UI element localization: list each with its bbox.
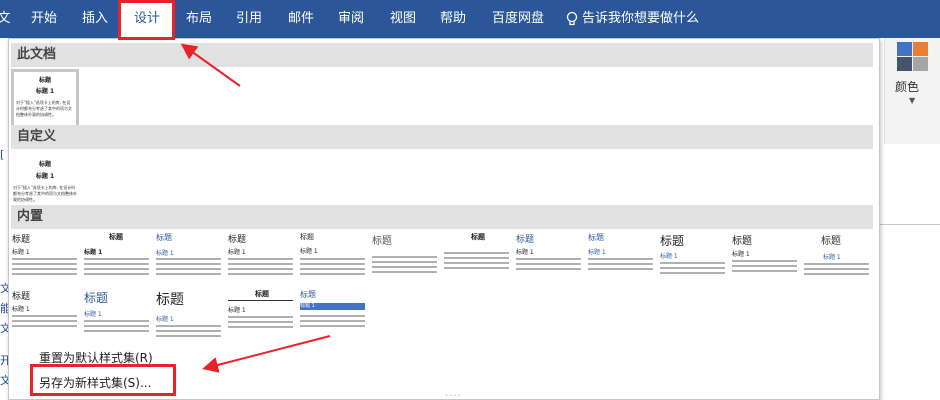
tell-me-box[interactable]: 告诉我你想要做什么 <box>566 0 699 38</box>
thumb-title: 标题 <box>660 234 685 248</box>
thumb-body: 对于"插入"选项卡上的库, 在设计时都充分考虑了其中的项与文档整体外观的协调性。 <box>13 185 77 202</box>
thumb-title: 标题 <box>12 235 31 245</box>
thumb-heading: 标题 1 <box>84 249 103 256</box>
tab-file[interactable]: 文件 <box>0 0 14 64</box>
builtin-style-15[interactable]: 标题 标题 1 <box>155 289 223 347</box>
thumb-title: 标题 <box>821 236 841 247</box>
thumb-heading: 标题 1 <box>300 303 315 309</box>
thumb-heading: 标题 1 <box>660 253 678 260</box>
thumb-heading: 标题 1 <box>35 173 55 180</box>
builtin-style-1[interactable]: 标题 标题 1 <box>11 232 79 290</box>
thumb-title: 标题 <box>732 236 752 247</box>
builtin-style-12[interactable]: 标题 标题 1 <box>803 232 871 290</box>
tab-review[interactable]: 审阅 <box>328 0 374 38</box>
tab-references[interactable]: 引用 <box>226 0 272 38</box>
document-divider <box>876 224 940 225</box>
tab-insert[interactable]: 插入 <box>72 0 118 38</box>
builtin-style-3[interactable]: 标题 标题 1 <box>155 232 223 290</box>
builtin-style-5[interactable]: 标题 标题 1 <box>299 232 367 290</box>
builtin-style-2[interactable]: 标题 标题 1 <box>83 232 151 290</box>
tab-view[interactable]: 视图 <box>380 0 426 38</box>
tab-help[interactable]: 帮助 <box>430 0 476 38</box>
thumb-title: 标题 <box>109 233 123 241</box>
thumb-heading: 标题 1 <box>12 249 30 256</box>
thumb-heading: 标题 1 <box>588 249 606 256</box>
thumb-title: 标题 <box>228 235 247 245</box>
thumb-heading: 标题 1 <box>84 311 102 318</box>
thumb-heading: 标题 1 <box>516 249 534 256</box>
thumb-heading: 标题 1 <box>35 88 55 95</box>
thumb-heading: 标题 1 <box>228 249 246 256</box>
builtin-style-13[interactable]: 标题 标题 1 <box>11 289 79 347</box>
thumb-title: 标题 <box>156 292 184 308</box>
thumb-heading: 标题 1 <box>228 307 246 314</box>
resize-grip-icon[interactable]: ···· <box>445 391 462 400</box>
builtin-style-10[interactable]: 标题 标题 1 <box>659 232 727 290</box>
tab-home[interactable]: 开始 <box>22 0 66 38</box>
thumb-heading: 标题 1 <box>732 251 750 258</box>
builtin-style-17[interactable]: 标题 标题 1 <box>299 289 367 347</box>
thumb-title: 标题 <box>84 291 109 305</box>
colors-label: 颜色 <box>895 80 920 94</box>
section-this-document: 此文档 <box>11 43 873 67</box>
thumb-body: 对于"插入"选项卡上的库, 在设计时都充分考虑了其中的项与文档整体外观的协调性。 <box>16 100 72 117</box>
thumb-title: 标题 <box>38 77 51 84</box>
builtin-style-16[interactable]: 标题 标题 1 <box>227 289 295 347</box>
palette-icon <box>897 42 929 72</box>
thumb-title: 标题 <box>471 233 485 241</box>
section-custom: 自定义 <box>11 125 873 149</box>
tab-layout[interactable]: 布局 <box>176 0 222 38</box>
thumb-title: 标题 <box>588 233 604 242</box>
thumb-title: 标题 <box>156 233 172 242</box>
tab-mailings[interactable]: 邮件 <box>278 0 324 38</box>
chevron-down-icon: ▼ <box>909 96 916 105</box>
thumb-title: 标题 <box>372 236 392 247</box>
builtin-style-11[interactable]: 标题 标题 1 <box>731 232 799 290</box>
builtin-style-6[interactable]: 标题 <box>371 232 439 290</box>
lightbulb-icon <box>566 11 578 25</box>
builtin-style-7[interactable]: 标题 <box>443 232 511 290</box>
style-set-gallery: 此文档 标题 标题 1 对于"插入"选项卡上的库, 在设计时都充分考虑了其中的项… <box>8 38 880 400</box>
thumb-title: 标题 <box>300 233 314 241</box>
tab-baidu-netdisk[interactable]: 百度网盘 <box>482 0 554 38</box>
highlight-box-save-as <box>30 364 176 396</box>
builtin-style-14[interactable]: 标题 标题 1 <box>83 289 151 347</box>
thumb-heading: 标题 1 <box>156 250 174 257</box>
thumb-heading: 标题 1 <box>156 316 174 323</box>
thumb-title: 标题 <box>255 290 269 298</box>
builtin-style-9[interactable]: 标题 标题 1 <box>587 232 655 290</box>
highlight-box-design-tab <box>118 0 175 40</box>
thumb-heading: 标题 1 <box>12 306 30 313</box>
thumb-title: 标题 <box>516 235 535 245</box>
thumb-title: 标题 <box>38 161 51 168</box>
thumb-heading: 标题 1 <box>823 254 841 261</box>
thumb-title: 标题 <box>300 290 316 299</box>
thumb-heading: 标题 1 <box>300 248 318 255</box>
section-builtin: 内置 <box>11 205 873 229</box>
thumb-title: 标题 <box>12 292 31 302</box>
builtin-style-4[interactable]: 标题 标题 1 <box>227 232 295 290</box>
builtin-style-8[interactable]: 标题 标题 1 <box>515 232 583 290</box>
colors-group[interactable]: 颜色 ▼ <box>884 38 940 144</box>
document-edge: [ 文 能 文 开 文 <box>0 148 11 387</box>
tell-me-text: 告诉我你想要做什么 <box>582 11 700 26</box>
